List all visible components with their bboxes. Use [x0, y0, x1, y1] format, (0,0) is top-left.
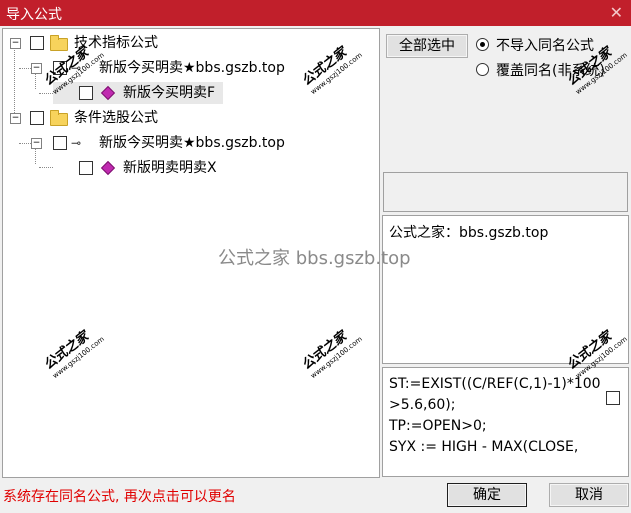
node-checkbox[interactable]: [30, 111, 44, 125]
name-field[interactable]: [383, 172, 628, 212]
collapse-icon[interactable]: −: [31, 138, 42, 149]
formula-tree[interactable]: − 技术指标公式 − ⊸ 新版今买明卖★bbs.gszb.top 新版今买明卖F…: [2, 28, 380, 478]
skip-duplicates-radio[interactable]: [476, 38, 489, 51]
close-icon[interactable]: ✕: [610, 3, 623, 22]
collapse-icon[interactable]: −: [31, 63, 42, 74]
skip-duplicates-label: 不导入同名公式: [496, 38, 594, 54]
select-all-button[interactable]: 全部选中: [386, 34, 468, 58]
node-checkbox[interactable]: [53, 136, 67, 150]
key-icon: ⊸: [71, 136, 82, 150]
node-label: 条件选股公式: [74, 110, 158, 126]
tree-line: [19, 68, 31, 69]
formula-gem-icon: [100, 160, 116, 176]
node-checkbox[interactable]: [53, 61, 67, 75]
description-text: 公式之家：bbs.gszb.top: [389, 225, 549, 241]
node-checkbox[interactable]: [79, 86, 93, 100]
overwrite-duplicates-label: 覆盖同名(非系统): [496, 63, 605, 79]
status-message: 系统存在同名公式, 再次点击可以更名: [3, 489, 236, 505]
collapse-icon[interactable]: −: [10, 113, 21, 124]
title-bar: 导入公式 ✕: [0, 0, 631, 26]
tree-line: [39, 93, 53, 94]
tree-line: [14, 45, 15, 113]
folder-icon: [50, 110, 68, 126]
code-option-checkbox[interactable]: [606, 391, 620, 405]
collapse-icon[interactable]: −: [10, 38, 21, 49]
tree-line: [19, 143, 31, 144]
formula-description-panel: 公式之家：bbs.gszb.top: [382, 215, 629, 364]
node-checkbox[interactable]: [30, 36, 44, 50]
cancel-button[interactable]: 取消: [549, 483, 629, 507]
key-icon: ⊸: [71, 61, 82, 75]
node-checkbox[interactable]: [79, 161, 93, 175]
tree-node-leaf[interactable]: 新版今买明卖F: [53, 82, 223, 104]
node-label: 新版今买明卖★bbs.gszb.top: [99, 60, 285, 76]
tree-line: [39, 167, 53, 168]
ok-button[interactable]: 确定: [447, 483, 527, 507]
formula-code-text: ST:=EXIST((C/REF(C,1)-1)*100>5.6,60); TP…: [389, 376, 601, 455]
import-formula-dialog: 导入公式 ✕ − 技术指标公式 − ⊸ 新版今买明卖★bbs.gszb.top: [0, 0, 631, 513]
node-label: 新版明卖明卖X: [123, 160, 217, 176]
node-label: 新版今买明卖★bbs.gszb.top: [99, 135, 285, 151]
dialog-title: 导入公式: [6, 7, 62, 23]
node-label: 技术指标公式: [74, 35, 158, 51]
folder-icon: [50, 35, 68, 51]
node-label: 新版今买明卖F: [123, 85, 216, 101]
overwrite-duplicates-radio[interactable]: [476, 63, 489, 76]
formula-gem-icon: [100, 85, 116, 101]
